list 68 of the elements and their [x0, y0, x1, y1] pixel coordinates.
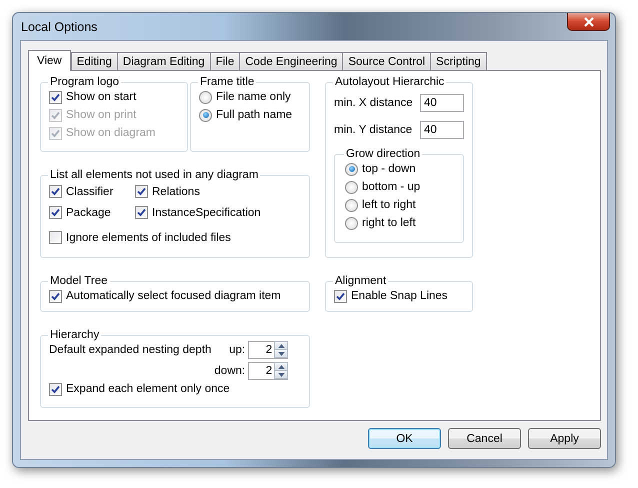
checkbox[interactable] — [49, 90, 62, 104]
tab[interactable]: Editing — [70, 52, 118, 70]
radio-label: top - down — [362, 163, 416, 175]
checkbox[interactable] — [49, 290, 62, 302]
up-arrow-icon — [278, 344, 285, 348]
radio-label: left to right — [362, 199, 416, 211]
dialog-button[interactable]: Apply — [528, 428, 601, 449]
down-arrow-icon — [278, 372, 285, 376]
field-label: min. X distance — [334, 97, 413, 109]
input-field[interactable]: 40 — [420, 121, 464, 139]
radio-label: right to left — [362, 217, 416, 229]
down-arrow-icon — [278, 352, 285, 356]
spin-down-button[interactable] — [274, 349, 288, 358]
group-title: List all elements not used in any diagram — [49, 169, 260, 181]
dialog-button[interactable]: OK — [368, 428, 441, 449]
spin-box[interactable]: 2 — [248, 362, 288, 380]
checkbox[interactable] — [49, 231, 62, 244]
field-label: min. Y distance — [334, 124, 412, 136]
checkbox[interactable] — [49, 206, 62, 219]
tab[interactable]: File — [210, 52, 240, 70]
radio-label: bottom - up — [362, 181, 420, 193]
checkbox-label: Ignore elements of included files — [66, 232, 231, 244]
window-title: Local Options — [21, 20, 98, 34]
checkbox-label: Classifier — [66, 186, 114, 198]
checkbox[interactable] — [49, 382, 62, 396]
group-title: Frame title — [199, 76, 256, 88]
radio-button[interactable] — [345, 216, 358, 230]
radio-button[interactable] — [345, 198, 358, 212]
checkbox-label: Package — [66, 206, 111, 218]
close-icon — [584, 16, 594, 26]
radio-button[interactable] — [345, 180, 358, 194]
field-label: down: — [214, 365, 246, 377]
group-title: Alignment — [334, 275, 388, 287]
checkbox-label: Show on diagram — [66, 127, 156, 139]
radio-button[interactable] — [199, 90, 212, 104]
tab[interactable]: View — [28, 50, 71, 71]
checkbox-label: InstanceSpecification — [152, 206, 261, 218]
checkbox[interactable] — [135, 206, 148, 219]
group-title: Hierarchy — [49, 329, 100, 341]
checkbox-label: Show on print — [66, 109, 136, 121]
checkbox-label: Relations — [152, 186, 200, 198]
checkbox[interactable] — [135, 185, 148, 198]
checkbox[interactable] — [334, 290, 347, 302]
checkbox-label: Show on start — [66, 91, 136, 103]
tab[interactable]: Diagram Editing — [116, 52, 211, 70]
spin-down-button[interactable] — [274, 370, 288, 379]
radio-button[interactable] — [199, 108, 212, 122]
spin-box[interactable]: 2 — [248, 341, 288, 359]
tab[interactable]: Scripting — [430, 52, 487, 70]
dialog-button[interactable]: Cancel — [448, 428, 521, 449]
checkbox-label: Enable Snap Lines — [351, 290, 448, 302]
checkbox-label: Automatically select focused diagram item — [66, 290, 281, 302]
group-title: Program logo — [49, 76, 120, 88]
group-title: Autolayout Hierarchic — [334, 76, 446, 88]
field-label: Default expanded nesting depth — [49, 344, 212, 356]
radio-button[interactable] — [345, 162, 358, 176]
up-arrow-icon — [278, 364, 285, 368]
input-field[interactable]: 40 — [420, 94, 464, 112]
field-label: up: — [228, 344, 246, 356]
checkbox[interactable] — [49, 185, 62, 198]
checkbox-label: Expand each element only once — [66, 383, 230, 395]
radio-label: Full path name — [216, 109, 292, 121]
radio-label: File name only — [216, 91, 291, 103]
group-title: Grow direction — [345, 148, 422, 160]
tab[interactable]: Source Control — [342, 52, 432, 70]
tab[interactable]: Code Engineering — [239, 52, 344, 70]
close-button[interactable] — [567, 13, 610, 31]
group-title: Model Tree — [49, 275, 109, 287]
